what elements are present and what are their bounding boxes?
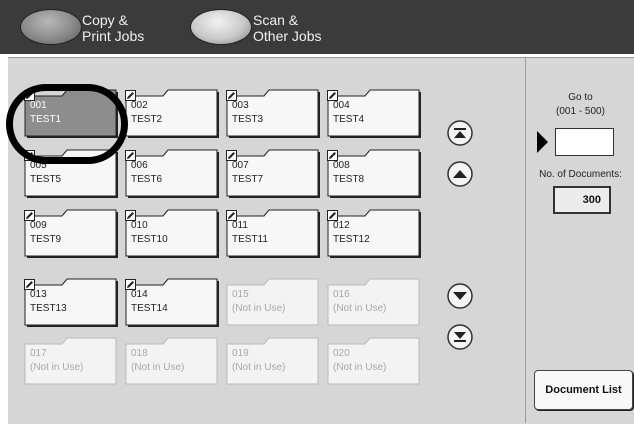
folder-name: (Not in Use) — [232, 303, 286, 314]
folder-007[interactable]: 007 TEST7 — [226, 149, 321, 200]
pencil-edit-icon[interactable] — [24, 90, 35, 101]
folder-number: 012 — [333, 220, 350, 231]
scroll-up-button[interactable] — [447, 161, 473, 187]
pencil-edit-icon[interactable] — [125, 210, 136, 221]
top-tab-bar: Copy & Print Jobs Scan & Other Jobs — [0, 0, 634, 54]
folder-006[interactable]: 006 TEST6 — [125, 149, 220, 200]
folder-018[interactable]: 018 (Not in Use) — [125, 337, 220, 388]
folder-name: (Not in Use) — [30, 362, 84, 373]
folder-name: TEST14 — [131, 303, 168, 314]
copy-print-tab-line2: Print Jobs — [82, 28, 145, 44]
folder-number: 014 — [131, 289, 148, 300]
pencil-edit-icon[interactable] — [24, 150, 35, 161]
folder-name: TEST7 — [232, 174, 264, 185]
copy-print-tab-line1: Copy & — [82, 12, 128, 28]
folder-name: TEST5 — [30, 174, 62, 185]
scroll-top-button[interactable] — [447, 120, 473, 146]
goto-range: (001 - 500) — [556, 106, 605, 117]
folder-number: 002 — [131, 100, 148, 111]
folder-name: (Not in Use) — [232, 362, 286, 373]
folder-016[interactable]: 016 (Not in Use) — [327, 278, 422, 329]
folder-number: 016 — [333, 289, 350, 300]
folder-name: TEST12 — [333, 234, 370, 245]
folder-number: 006 — [131, 160, 148, 171]
pencil-edit-icon[interactable] — [327, 90, 338, 101]
folder-number: 017 — [30, 348, 47, 359]
folder-name: TEST11 — [232, 234, 268, 245]
folder-name: TEST3 — [232, 114, 264, 125]
pencil-edit-icon[interactable] — [125, 279, 136, 290]
scan-other-jobs-tab[interactable]: Scan & Other Jobs — [253, 12, 321, 44]
pencil-edit-icon[interactable] — [24, 279, 35, 290]
folder-name: TEST6 — [131, 174, 163, 185]
folder-009[interactable]: 009 TEST9 — [24, 209, 119, 260]
folder-number: 019 — [232, 348, 249, 359]
folder-number: 020 — [333, 348, 350, 359]
folder-008[interactable]: 008 TEST8 — [327, 149, 422, 200]
copy-print-jobs-tab[interactable]: Copy & Print Jobs — [82, 12, 144, 44]
folder-number: 004 — [333, 100, 350, 111]
folder-003[interactable]: 003 TEST3 — [226, 89, 321, 140]
folder-number: 015 — [232, 289, 249, 300]
pencil-edit-icon[interactable] — [327, 210, 338, 221]
folder-name: (Not in Use) — [333, 362, 387, 373]
folder-010[interactable]: 010 TEST10 — [125, 209, 220, 260]
pencil-edit-icon[interactable] — [226, 210, 237, 221]
folder-name: TEST1 — [30, 114, 62, 125]
pencil-edit-icon[interactable] — [226, 150, 237, 161]
folder-name: TEST10 — [131, 234, 168, 245]
folder-020[interactable]: 020 (Not in Use) — [327, 337, 422, 388]
scan-tab-line2: Other Jobs — [253, 28, 322, 44]
folder-name: (Not in Use) — [131, 362, 185, 373]
folder-name: TEST13 — [30, 303, 67, 314]
folder-number: 013 — [30, 289, 47, 300]
documents-label: No. of Documents: — [539, 169, 622, 180]
folder-004[interactable]: 004 TEST4 — [327, 89, 422, 140]
folder-name: (Not in Use) — [333, 303, 387, 314]
folder-number: 011 — [232, 220, 248, 231]
documents-count: 300 — [553, 186, 611, 214]
scan-other-jobs-tab-indicator[interactable] — [190, 9, 252, 45]
folder-005[interactable]: 005 TEST5 — [24, 149, 119, 200]
pencil-edit-icon[interactable] — [24, 210, 35, 221]
folder-001[interactable]: 001 TEST1 — [24, 89, 119, 140]
folder-name: TEST8 — [333, 174, 365, 185]
folder-name: TEST2 — [131, 114, 163, 125]
folder-017[interactable]: 017 (Not in Use) — [24, 337, 119, 388]
folder-019[interactable]: 019 (Not in Use) — [226, 337, 321, 388]
pencil-edit-icon[interactable] — [125, 150, 136, 161]
folder-number: 008 — [333, 160, 350, 171]
pencil-edit-icon[interactable] — [226, 90, 237, 101]
copy-print-jobs-tab-indicator[interactable] — [20, 9, 82, 45]
folder-number: 007 — [232, 160, 249, 171]
folder-name: TEST9 — [30, 234, 62, 245]
folder-number: 003 — [232, 100, 249, 111]
folder-number: 001 — [30, 100, 47, 111]
folder-013[interactable]: 013 TEST13 — [24, 278, 119, 329]
folder-number: 009 — [30, 220, 47, 231]
goto-label: Go to — [568, 92, 593, 103]
pencil-edit-icon[interactable] — [125, 90, 136, 101]
folder-name: TEST4 — [333, 114, 365, 125]
folder-number: 010 — [131, 220, 148, 231]
pointer-arrow-icon — [537, 131, 548, 153]
scroll-down-button[interactable] — [447, 283, 473, 309]
folder-002[interactable]: 002 TEST2 — [125, 89, 220, 140]
goto-input[interactable] — [555, 128, 614, 156]
goto-sidebar: Go to (001 - 500) No. of Documents: 300 … — [525, 58, 634, 423]
folder-015[interactable]: 015 (Not in Use) — [226, 278, 321, 329]
folder-012[interactable]: 012 TEST12 — [327, 209, 422, 260]
folder-014[interactable]: 014 TEST14 — [125, 278, 220, 329]
folder-011[interactable]: 011 TEST11 — [226, 209, 321, 260]
scan-tab-line1: Scan & — [253, 12, 299, 28]
folder-number: 018 — [131, 348, 148, 359]
document-list-button[interactable]: Document List — [534, 370, 633, 410]
scroll-bottom-button[interactable] — [447, 324, 473, 350]
pencil-edit-icon[interactable] — [327, 150, 338, 161]
folder-number: 005 — [30, 160, 47, 171]
